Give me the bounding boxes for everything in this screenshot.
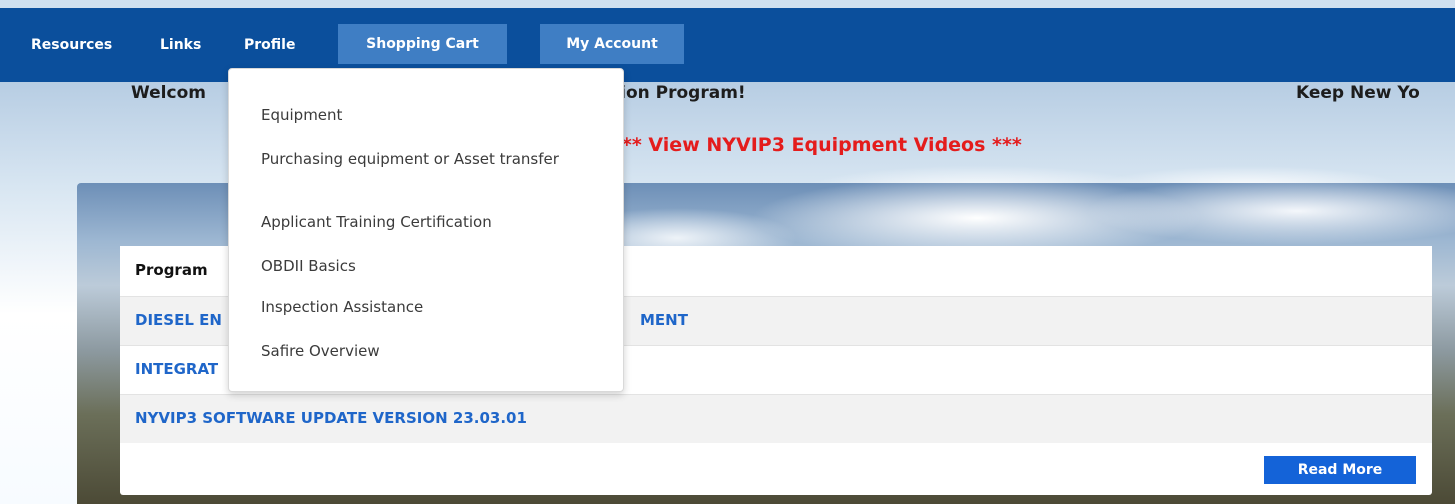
program-row-link[interactable]: INTEGRAT [135, 360, 218, 378]
dropdown-item-obdii-basics[interactable]: OBDII Basics [261, 255, 591, 277]
dropdown-item-safire-overview[interactable]: Safire Overview [261, 340, 591, 362]
program-row-link[interactable]: DIESEL EN [135, 311, 222, 329]
program-row: NYVIP3 SOFTWARE UPDATE VERSION 23.03.01 [120, 394, 1432, 443]
dropdown-item-training-certification[interactable]: Applicant Training Certification [261, 211, 591, 233]
welcome-text-right: tion Program! [612, 83, 746, 103]
nav-shopping-cart[interactable]: Shopping Cart [338, 24, 507, 64]
dropdown-item-equipment[interactable]: Equipment [261, 104, 591, 126]
nav-resources[interactable]: Resources [31, 8, 112, 82]
program-header-label: Program [135, 261, 208, 279]
dropdown-item-purchasing[interactable]: Purchasing equipment or Asset transfer [261, 148, 571, 170]
program-row-link[interactable]: NYVIP3 SOFTWARE UPDATE VERSION 23.03.01 [135, 409, 527, 427]
welcome-text-left: Welcom [131, 83, 206, 103]
keep-new-york-text: Keep New Yo [1296, 83, 1420, 103]
equipment-videos-link[interactable]: *** View NYVIP3 Equipment Videos *** [612, 134, 1022, 156]
program-row-link-tail[interactable]: MENT [640, 311, 688, 329]
nav-links[interactable]: Links [160, 8, 201, 82]
nav-my-account[interactable]: My Account [540, 24, 684, 64]
dropdown-item-inspection-assistance[interactable]: Inspection Assistance [261, 296, 591, 318]
read-more-button[interactable]: Read More [1264, 456, 1416, 484]
shopping-cart-dropdown: Equipment Purchasing equipment or Asset … [228, 68, 624, 392]
top-navigation-bar: Resources Links Profile Shopping Cart My… [0, 8, 1455, 82]
